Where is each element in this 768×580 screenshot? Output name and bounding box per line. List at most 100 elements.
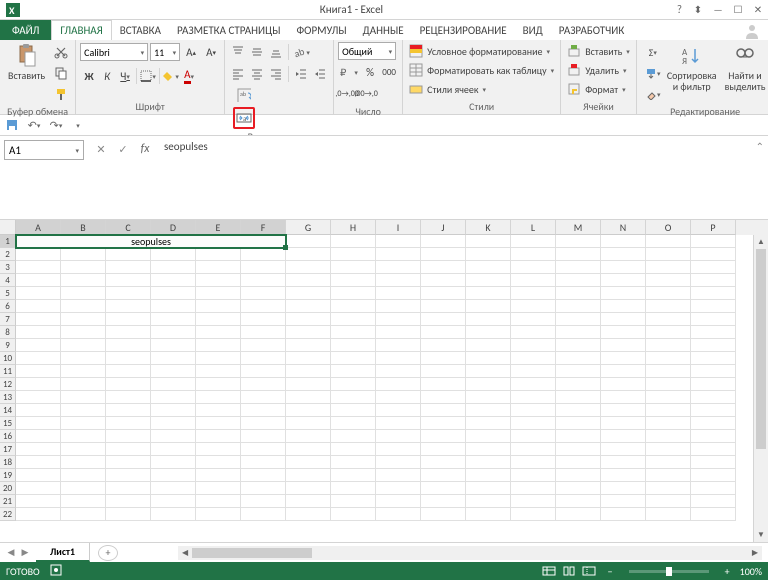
align-bottom-button[interactable]	[267, 43, 285, 61]
row-header-10[interactable]: 10	[0, 352, 16, 365]
enter-formula-button[interactable]: ✓	[114, 140, 132, 158]
cell[interactable]	[601, 313, 646, 326]
row-header-13[interactable]: 13	[0, 391, 16, 404]
cell[interactable]	[286, 391, 331, 404]
cell[interactable]	[151, 417, 196, 430]
cell[interactable]	[196, 339, 241, 352]
cell[interactable]	[151, 365, 196, 378]
fill-color-button[interactable]: ▾	[162, 66, 180, 86]
cell[interactable]	[151, 261, 196, 274]
column-header-P[interactable]: P	[691, 220, 736, 235]
cell[interactable]	[151, 391, 196, 404]
cell[interactable]	[376, 248, 421, 261]
cell[interactable]	[376, 274, 421, 287]
cell[interactable]	[466, 352, 511, 365]
row-header-22[interactable]: 22	[0, 508, 16, 521]
cell[interactable]	[511, 326, 556, 339]
cell[interactable]	[556, 443, 601, 456]
cell[interactable]	[106, 326, 151, 339]
cell[interactable]	[151, 326, 196, 339]
tab-page-layout[interactable]: РАЗМЕТКА СТРАНИЦЫ	[169, 20, 289, 40]
zoom-slider[interactable]	[629, 570, 709, 573]
cell[interactable]	[331, 443, 376, 456]
decrease-font-button[interactable]: A▾	[202, 42, 220, 62]
align-middle-button[interactable]	[248, 43, 266, 61]
cell[interactable]	[61, 378, 106, 391]
cell[interactable]	[376, 261, 421, 274]
cell[interactable]	[646, 248, 691, 261]
cell[interactable]	[601, 248, 646, 261]
cell[interactable]	[241, 495, 286, 508]
cell[interactable]	[16, 339, 61, 352]
accounting-format-button[interactable]: ₽▾	[338, 62, 360, 82]
cell[interactable]	[556, 495, 601, 508]
cell[interactable]	[61, 365, 106, 378]
cell[interactable]	[106, 456, 151, 469]
cell[interactable]	[241, 404, 286, 417]
find-select-button[interactable]: Найти и выделить	[721, 42, 768, 94]
column-header-K[interactable]: K	[466, 220, 511, 235]
cell[interactable]	[556, 508, 601, 521]
cell[interactable]	[331, 365, 376, 378]
row-header-1[interactable]: 1	[0, 235, 16, 248]
page-layout-view-button[interactable]	[560, 564, 578, 578]
cell[interactable]	[196, 482, 241, 495]
cell[interactable]	[286, 365, 331, 378]
cell[interactable]	[106, 365, 151, 378]
cell[interactable]	[421, 339, 466, 352]
align-left-button[interactable]	[229, 65, 247, 83]
cell[interactable]	[61, 287, 106, 300]
cell[interactable]	[556, 391, 601, 404]
cell[interactable]	[241, 365, 286, 378]
cell[interactable]	[106, 430, 151, 443]
sheet-nav-next[interactable]: ▶	[18, 545, 32, 561]
cell[interactable]	[556, 261, 601, 274]
cell[interactable]	[466, 300, 511, 313]
cell[interactable]	[61, 313, 106, 326]
format-painter-button[interactable]	[51, 84, 71, 104]
cell[interactable]	[106, 274, 151, 287]
wrap-text-button[interactable]: ab	[233, 84, 255, 106]
cell[interactable]	[286, 326, 331, 339]
comma-format-button[interactable]: 000	[380, 62, 398, 82]
save-button[interactable]	[4, 117, 20, 133]
sheet-tab-1[interactable]: Лист1	[36, 543, 90, 562]
insert-cells-button[interactable]: Вставить▾	[565, 42, 632, 60]
scroll-up-button[interactable]: ▲	[754, 235, 768, 249]
worksheet-grid[interactable]: ABCDEFGHIJKLMNOP 12345678910111213141516…	[0, 220, 768, 542]
tab-review[interactable]: РЕЦЕНЗИРОВАНИЕ	[412, 20, 515, 40]
cell[interactable]	[556, 287, 601, 300]
cell[interactable]	[241, 300, 286, 313]
cell[interactable]	[196, 300, 241, 313]
cell[interactable]	[646, 261, 691, 274]
cell[interactable]	[556, 235, 601, 248]
cell[interactable]	[286, 339, 331, 352]
underline-button[interactable]: Ч▾	[116, 66, 134, 86]
cell[interactable]	[376, 378, 421, 391]
column-header-N[interactable]: N	[601, 220, 646, 235]
decrease-decimal-button[interactable]: ,00→,0	[357, 84, 375, 104]
row-header-9[interactable]: 9	[0, 339, 16, 352]
cell[interactable]	[106, 443, 151, 456]
scroll-down-button[interactable]: ▼	[754, 528, 768, 542]
cell[interactable]	[691, 352, 736, 365]
cell[interactable]	[421, 469, 466, 482]
cell[interactable]	[646, 326, 691, 339]
row-header-15[interactable]: 15	[0, 417, 16, 430]
cell[interactable]	[421, 287, 466, 300]
ribbon-options-icon[interactable]: ?	[677, 3, 682, 16]
insert-function-button[interactable]: fx	[136, 140, 154, 158]
cell[interactable]	[421, 313, 466, 326]
cell[interactable]	[196, 326, 241, 339]
cell[interactable]	[106, 313, 151, 326]
cell[interactable]	[691, 365, 736, 378]
cell[interactable]	[511, 287, 556, 300]
column-header-F[interactable]: F	[241, 220, 286, 235]
cell[interactable]	[421, 456, 466, 469]
cell[interactable]	[61, 430, 106, 443]
cell[interactable]	[646, 482, 691, 495]
cell[interactable]	[466, 339, 511, 352]
cell[interactable]	[376, 365, 421, 378]
cell[interactable]	[16, 352, 61, 365]
column-header-A[interactable]: A	[16, 220, 61, 235]
